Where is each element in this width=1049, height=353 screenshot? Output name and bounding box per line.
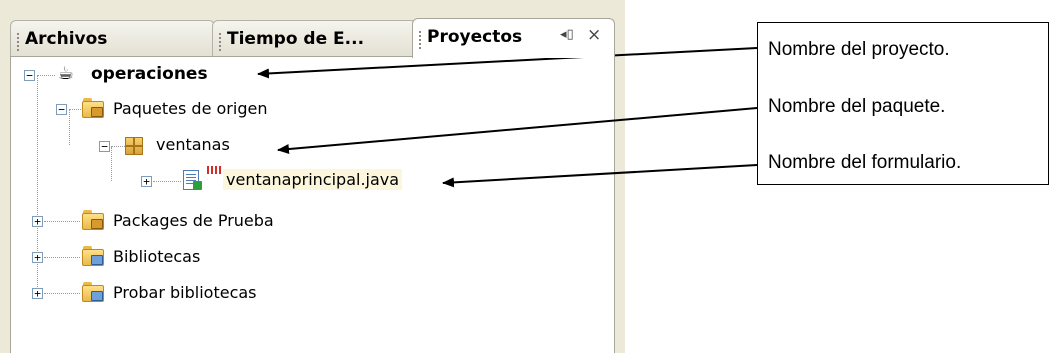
- test-libraries-folder-icon: [82, 282, 104, 302]
- test-packages-folder-icon: [82, 210, 104, 230]
- java-project-icon: ☕: [57, 63, 75, 84]
- tab-tiempo-de-ejecucion[interactable]: Tiempo de E...: [212, 20, 417, 56]
- tree-line: [37, 75, 55, 76]
- libraries-label[interactable]: Bibliotecas: [113, 247, 200, 266]
- expand-toggle[interactable]: +: [141, 176, 152, 187]
- tab-bar: Archivos Tiempo de E... Proyectos ◂▯ ×: [0, 10, 625, 58]
- collapse-toggle[interactable]: −: [24, 70, 35, 81]
- tab-grip: [419, 31, 421, 49]
- test-packages-label[interactable]: Packages de Prueba: [113, 211, 274, 230]
- project-tree: − ☕ operaciones − Paquetes de origen − v…: [10, 56, 615, 353]
- tab-label: Tiempo de E...: [227, 29, 365, 49]
- tab-proyectos[interactable]: Proyectos ◂▯ ×: [412, 18, 615, 58]
- project-name[interactable]: operaciones: [91, 64, 208, 84]
- tree-line: [111, 146, 125, 147]
- tab-archivos[interactable]: Archivos: [10, 20, 215, 56]
- collapse-toggle[interactable]: −: [56, 104, 67, 115]
- tree-line: [111, 147, 112, 181]
- package-icon: [125, 137, 143, 155]
- annotation-box: Nombre del proyecto. Nombre del paquete.…: [757, 22, 1049, 185]
- libraries-folder-icon: [82, 246, 104, 266]
- callout-form-name: Nombre del formulario.: [768, 152, 962, 173]
- callout-project-name: Nombre del proyecto.: [768, 39, 950, 60]
- tree-line: [44, 257, 80, 258]
- expand-toggle[interactable]: +: [32, 216, 43, 227]
- source-packages-folder-icon: [82, 98, 104, 118]
- minimize-icon[interactable]: ◂▯: [560, 27, 574, 42]
- tab-grip: [219, 33, 221, 51]
- tab-grip: [17, 33, 19, 51]
- tree-line: [69, 109, 81, 110]
- close-icon[interactable]: ×: [587, 25, 601, 45]
- tree-line: [44, 293, 80, 294]
- tab-label: Archivos: [25, 29, 108, 49]
- form-file-name[interactable]: ventanaprincipal.java: [223, 169, 403, 190]
- tree-line: [69, 109, 70, 145]
- expand-toggle[interactable]: +: [32, 288, 43, 299]
- tree-line: [153, 181, 181, 182]
- tab-label: Proyectos: [427, 27, 523, 47]
- form-file-icon: [183, 170, 202, 190]
- projects-panel: Archivos Tiempo de E... Proyectos ◂▯ × −…: [0, 0, 625, 353]
- error-marker-icon: [207, 166, 223, 174]
- test-libraries-label[interactable]: Probar bibliotecas: [113, 283, 257, 302]
- tree-line: [44, 221, 80, 222]
- collapse-toggle[interactable]: −: [99, 141, 110, 152]
- callout-package-name: Nombre del paquete.: [768, 96, 946, 117]
- package-name[interactable]: ventanas: [156, 135, 230, 154]
- source-packages-label[interactable]: Paquetes de origen: [113, 99, 267, 118]
- expand-toggle[interactable]: +: [32, 252, 43, 263]
